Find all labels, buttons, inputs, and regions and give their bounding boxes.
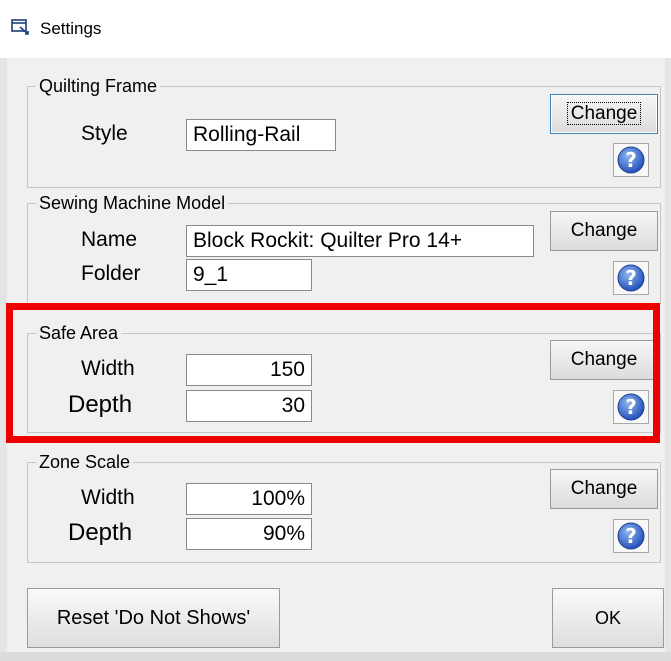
zone-scale-title: Zone Scale — [36, 450, 134, 474]
window-right-edge — [665, 58, 671, 661]
svg-text:?: ? — [625, 524, 637, 548]
safe-width-label: Width — [81, 357, 135, 380]
safe-area-change-label: Change — [570, 349, 638, 370]
sewing-machine-change-label: Change — [570, 220, 638, 241]
window-left-edge — [0, 58, 7, 661]
window-title: Settings — [40, 19, 102, 38]
zone-scale-help-button[interactable]: ? — [613, 519, 649, 553]
quilting-frame-title: Quilting Frame — [36, 74, 161, 98]
quilting-frame-help-button[interactable]: ? — [613, 143, 649, 177]
svg-text:?: ? — [625, 148, 637, 172]
reset-do-not-shows-button[interactable]: Reset 'Do Not Shows' — [27, 588, 280, 648]
help-icon: ? — [617, 146, 645, 174]
machine-folder-field[interactable]: 9_1 — [186, 259, 312, 291]
zone-scale-change-button[interactable]: Change — [550, 469, 658, 509]
zone-width-label: Width — [81, 486, 135, 509]
quilting-frame-change-label: Change — [566, 102, 642, 125]
safe-depth-label: Depth — [68, 391, 133, 418]
background-strip — [0, 652, 671, 661]
safe-area-change-button[interactable]: Change — [550, 340, 658, 380]
folder-label: Folder — [81, 262, 141, 285]
svg-text:?: ? — [625, 266, 637, 290]
quilting-frame-change-button[interactable]: Change — [550, 94, 658, 134]
safe-area-help-button[interactable]: ? — [613, 390, 649, 424]
settings-window-icon — [11, 19, 29, 35]
sewing-machine-change-button[interactable]: Change — [550, 211, 658, 251]
machine-name-field[interactable]: Block Rockit: Quilter Pro 14+ — [186, 225, 534, 257]
ok-button[interactable]: OK — [552, 588, 664, 648]
safe-depth-field[interactable]: 30 — [186, 390, 312, 422]
zone-depth-field[interactable]: 90% — [186, 518, 312, 550]
zone-scale-change-label: Change — [570, 478, 638, 499]
sewing-machine-help-button[interactable]: ? — [613, 261, 649, 295]
help-icon: ? — [617, 522, 645, 550]
reset-do-not-shows-label: Reset 'Do Not Shows' — [56, 607, 251, 629]
name-label: Name — [81, 228, 138, 251]
style-field[interactable]: Rolling-Rail — [186, 119, 336, 151]
sewing-machine-title: Sewing Machine Model — [36, 191, 229, 215]
style-label: Style — [81, 122, 128, 145]
title-bar[interactable]: Settings — [0, 0, 671, 58]
zone-depth-label: Depth — [68, 519, 133, 546]
safe-width-field[interactable]: 150 — [186, 354, 312, 386]
help-icon: ? — [617, 393, 645, 421]
safe-area-title: Safe Area — [36, 321, 122, 345]
ok-label: OK — [594, 608, 621, 628]
svg-text:?: ? — [625, 395, 637, 419]
help-icon: ? — [617, 264, 645, 292]
zone-width-field[interactable]: 100% — [186, 483, 312, 515]
